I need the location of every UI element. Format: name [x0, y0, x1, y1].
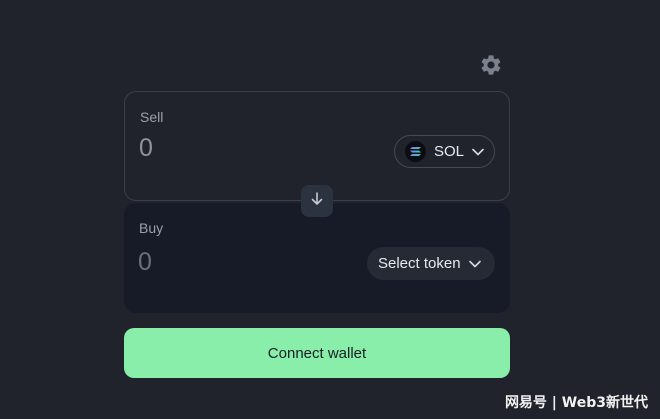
sell-label: Sell [140, 109, 164, 125]
chevron-down-icon [472, 143, 484, 160]
buy-amount-input[interactable] [138, 248, 288, 277]
select-token-label: Select token [378, 255, 461, 272]
connect-wallet-button[interactable]: Connect wallet [124, 328, 510, 378]
swap-widget: Sell SOL [0, 0, 660, 419]
settings-gear-icon[interactable] [479, 53, 503, 77]
buy-panel: Buy Select token [124, 203, 510, 313]
sell-amount-input[interactable] [139, 134, 289, 163]
sell-token-symbol: SOL [434, 143, 465, 160]
watermark-text: 网易号 | Web3新世代 [504, 395, 648, 411]
solana-logo-icon [405, 141, 426, 162]
buy-token-select-button[interactable]: Select token [367, 247, 495, 280]
buy-label: Buy [139, 220, 164, 236]
sell-token-select-button[interactable]: SOL [394, 135, 495, 168]
chevron-down-icon [468, 255, 481, 272]
arrow-down-icon [310, 191, 324, 211]
swap-direction-button[interactable] [301, 185, 333, 217]
